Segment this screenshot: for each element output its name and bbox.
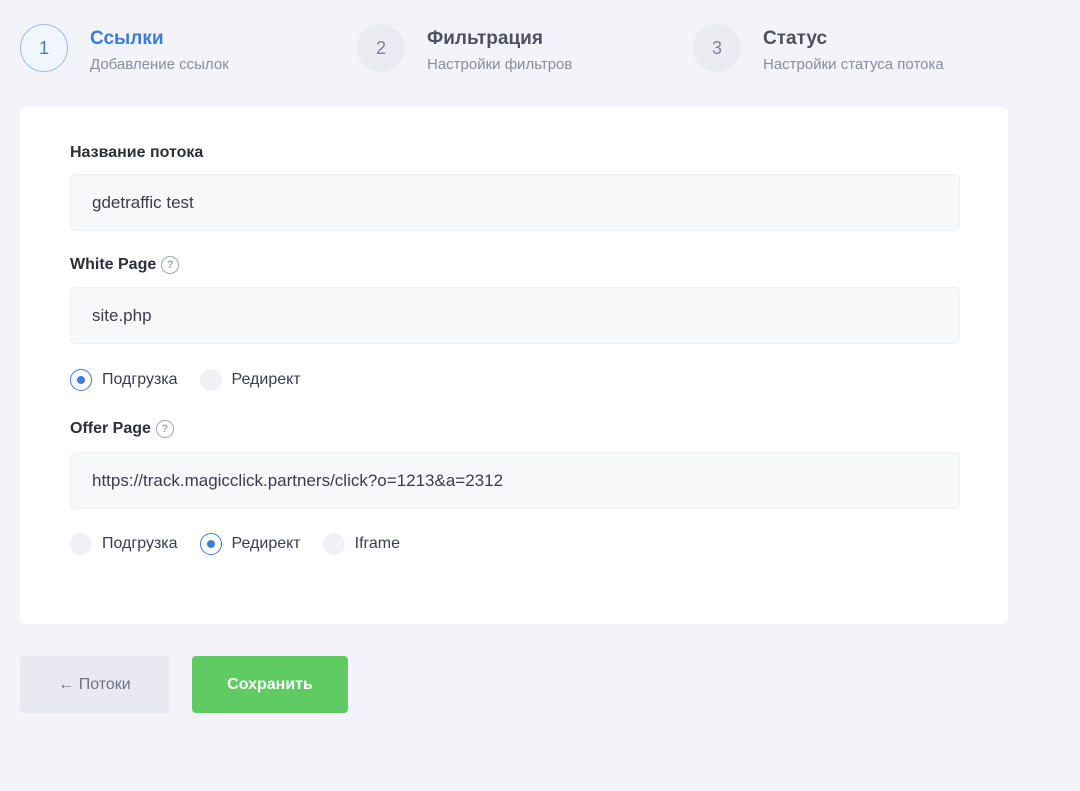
step-filtering[interactable]: 2 Фильтрация Настройки фильтров [357, 24, 572, 74]
radio-dot [70, 533, 92, 555]
step-subtitle: Добавление ссылок [90, 56, 229, 73]
step-title: Статус [763, 28, 828, 49]
step-number: 1 [20, 24, 68, 72]
step-text: Ссылки Добавление ссылок [90, 27, 229, 74]
radio-dot [322, 533, 345, 555]
step-number: 3 [693, 24, 741, 72]
offer-page-radio-load[interactable]: Подгрузка [70, 533, 178, 555]
radio-label: Редирект [231, 535, 301, 552]
radio-label: Редирект [231, 371, 301, 388]
step-subtitle: Настройки фильтров [427, 56, 573, 73]
step-text: Фильтрация Настройки фильтров [427, 27, 572, 74]
step-status[interactable]: 3 Статус Настройки статуса потока [693, 24, 944, 74]
radio-dot [199, 533, 222, 555]
white-page-label-text: White Page [70, 256, 157, 273]
offer-page-label-text: Offer Page [70, 420, 151, 437]
stream-name-input[interactable] [70, 174, 960, 231]
step-subtitle: Настройки статуса потока [763, 56, 944, 73]
white-page-radio-load[interactable]: Подгрузка [70, 369, 178, 391]
offer-page-radio-iframe[interactable]: Iframe [322, 533, 400, 555]
offer-page-mode-group: Подгрузка Редирект Iframe [70, 533, 422, 555]
back-to-streams-button[interactable]: ← Потоки [20, 656, 169, 713]
stepper: 1 Ссылки Добавление ссылок 2 Фильтрация … [20, 24, 1060, 84]
offer-page-radio-redirect[interactable]: Редирект [199, 533, 301, 555]
form-card: Название потока White Page ? Подгрузка Р… [20, 107, 1008, 624]
question-circle-icon[interactable]: ? [155, 420, 174, 438]
stream-name-label: Название потока [70, 144, 203, 162]
step-title: Ссылки [90, 28, 164, 49]
question-circle-icon[interactable]: ? [161, 256, 180, 274]
stream-name-label-text: Название потока [70, 144, 204, 161]
radio-label: Iframe [354, 535, 400, 552]
step-number: 2 [357, 24, 405, 72]
radio-dot [199, 369, 222, 391]
save-button[interactable]: Сохранить [192, 656, 348, 713]
white-page-input[interactable] [70, 287, 960, 344]
radio-label: Подгрузка [102, 535, 178, 552]
white-page-label: White Page ? [70, 256, 180, 274]
white-page-radio-redirect[interactable]: Редирект [199, 369, 301, 391]
step-text: Статус Настройки статуса потока [763, 27, 944, 74]
white-page-mode-group: Подгрузка Редирект [70, 369, 323, 391]
radio-dot [70, 369, 92, 391]
page: 1 Ссылки Добавление ссылок 2 Фильтрация … [0, 0, 1080, 791]
step-title: Фильтрация [427, 28, 543, 49]
radio-label: Подгрузка [102, 371, 178, 388]
step-links[interactable]: 1 Ссылки Добавление ссылок [20, 24, 229, 74]
offer-page-label: Offer Page ? [70, 420, 174, 438]
offer-page-input[interactable] [70, 452, 960, 509]
